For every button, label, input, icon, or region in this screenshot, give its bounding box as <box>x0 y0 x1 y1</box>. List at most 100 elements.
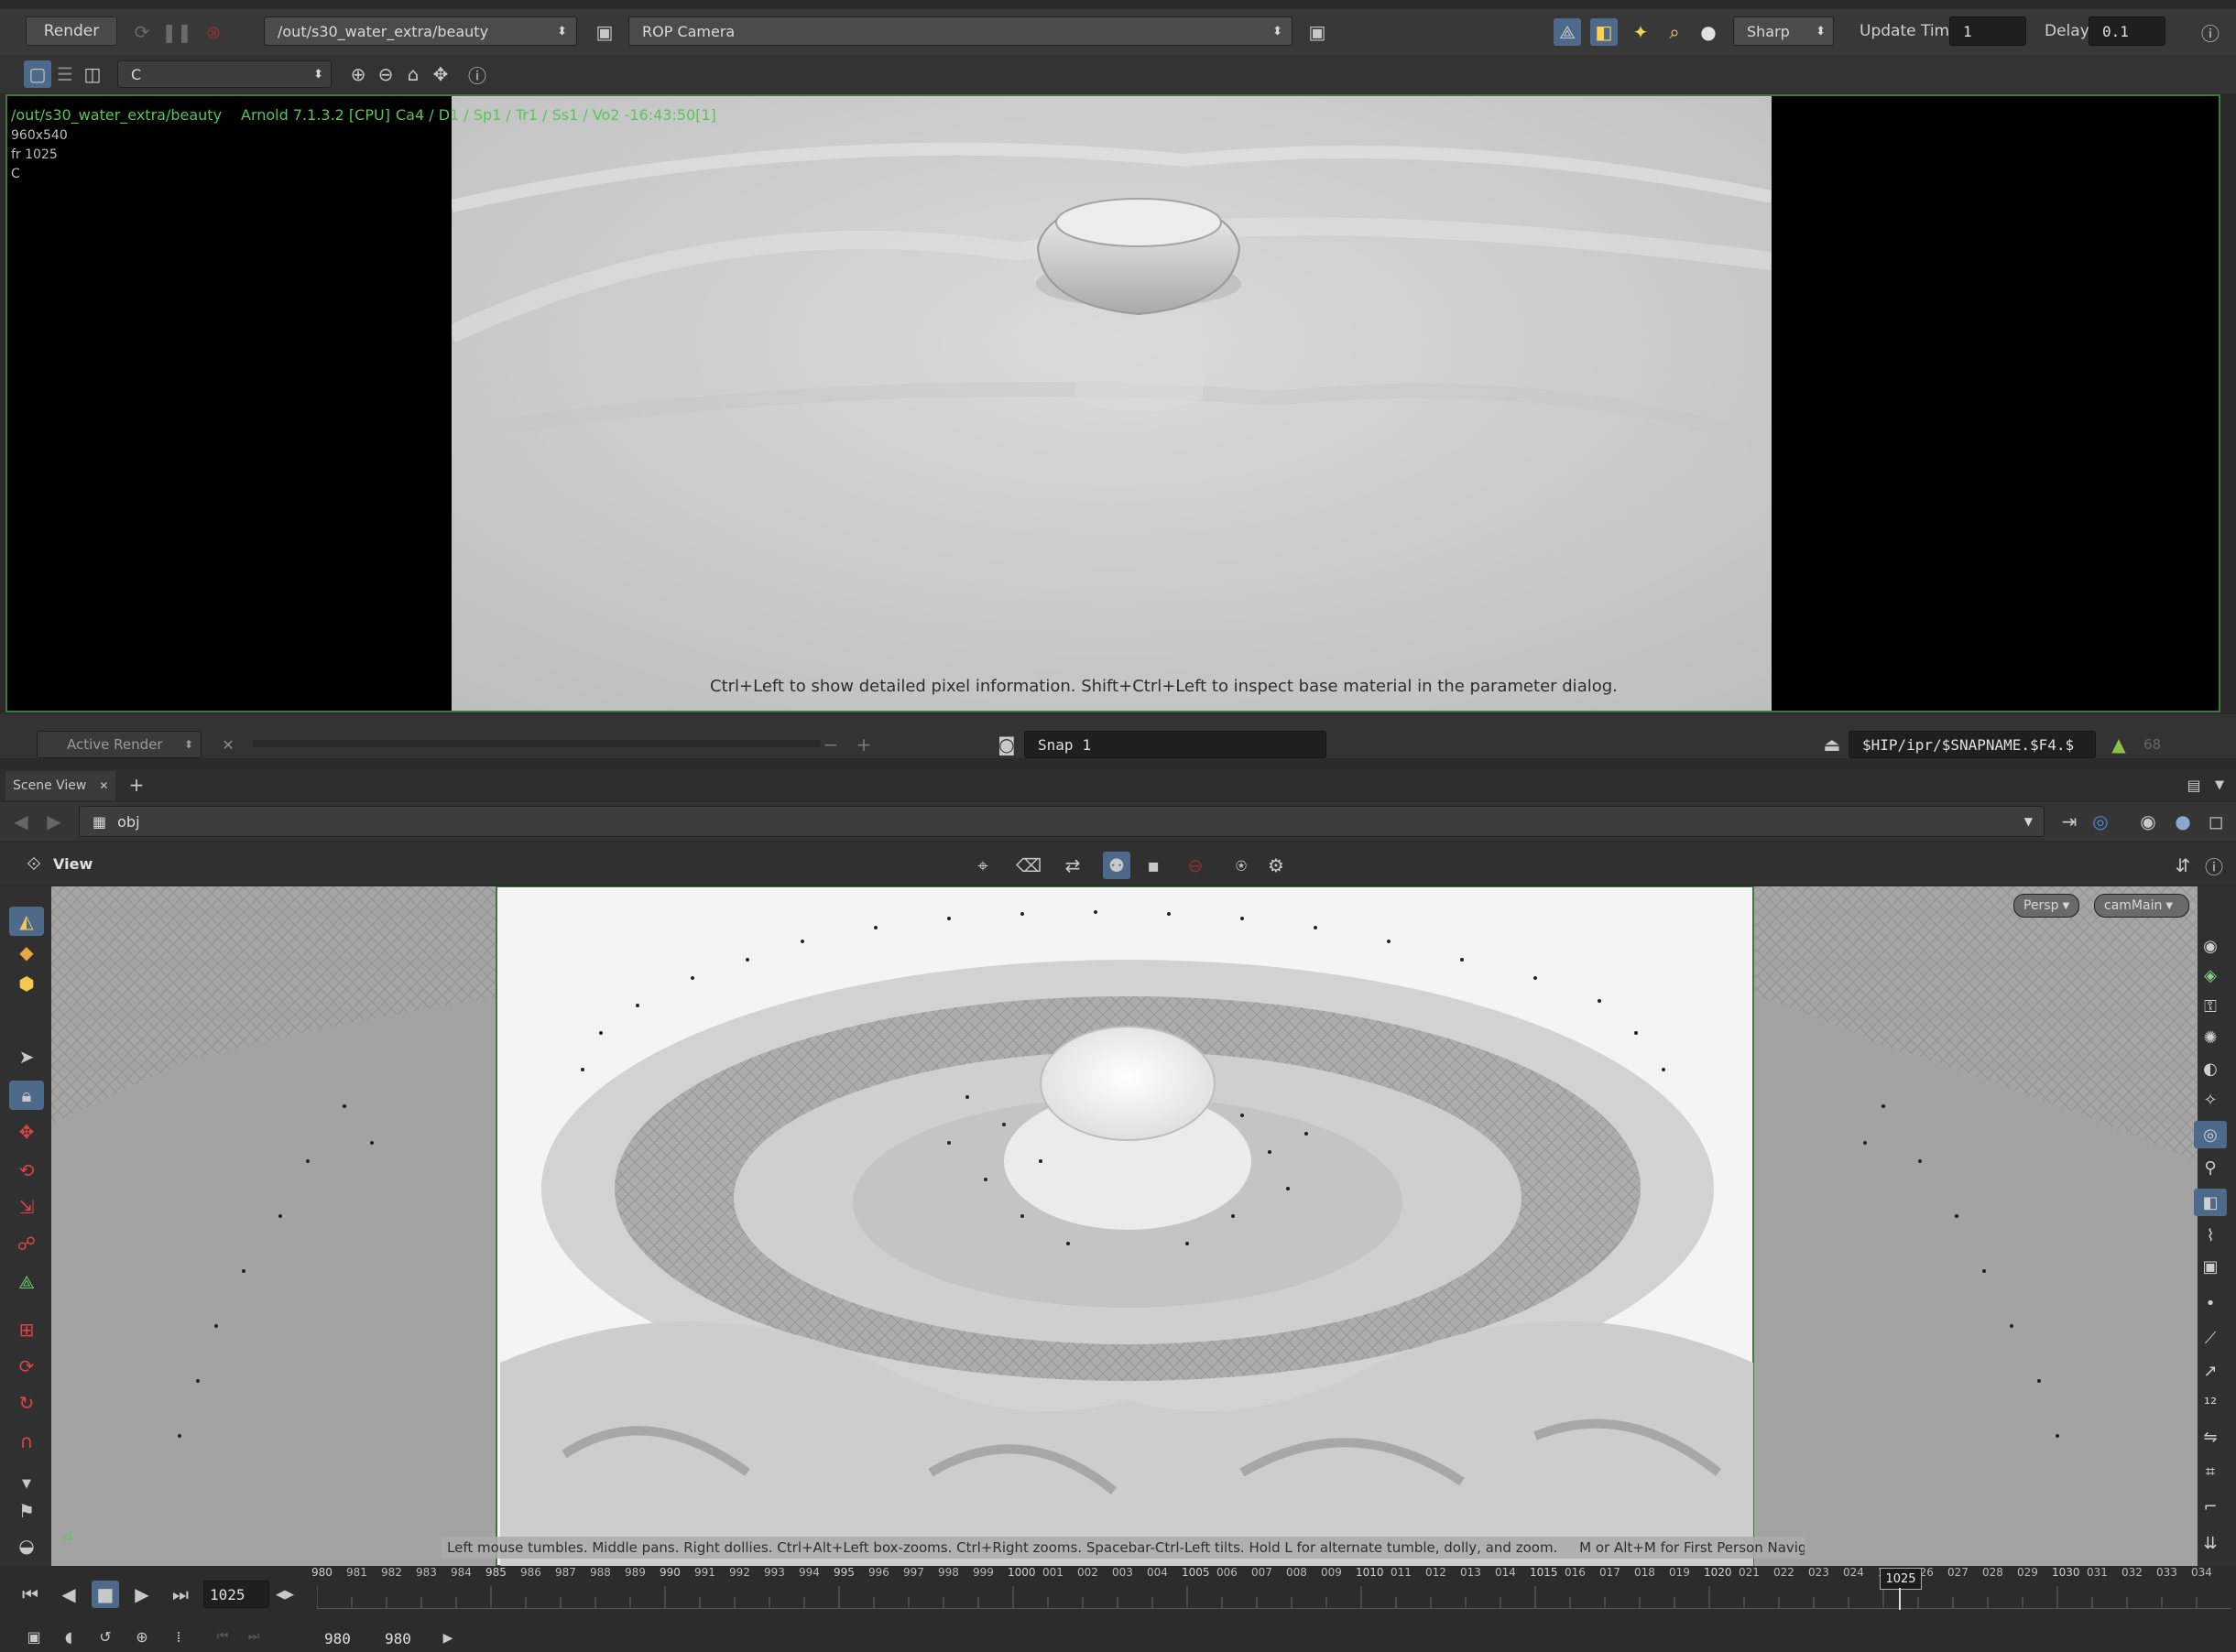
display-eye-icon[interactable]: ◉ <box>2194 932 2227 960</box>
loop-tool-icon[interactable]: ↻ <box>9 1388 44 1418</box>
split-view-icon[interactable]: ☰ <box>51 60 79 88</box>
light-bulb-icon[interactable]: ✦ <box>1627 18 1654 46</box>
corner-icon[interactable]: ⌐ <box>2194 1493 2227 1520</box>
pane-layout-icon[interactable]: ▤ <box>2180 771 2208 799</box>
pin-tool-icon[interactable]: ⚲ <box>2194 1154 2227 1181</box>
fit-icon[interactable]: ✥ <box>427 60 454 88</box>
snap-prim-icon[interactable]: ⌫ <box>1015 852 1042 879</box>
jump-start-icon[interactable]: ⏮ <box>16 1581 44 1608</box>
scale-tool-icon[interactable]: ⇲ <box>9 1192 44 1222</box>
ghost-icon[interactable]: ◈ <box>2194 962 2227 989</box>
sphere-shading-icon[interactable]: ◐ <box>2194 1055 2227 1082</box>
preview-icon[interactable]: ⟁ <box>1554 18 1581 46</box>
plus-icon[interactable]: + <box>850 731 878 758</box>
magnet-icon[interactable]: ∩ <box>9 1427 44 1456</box>
magnify-icon[interactable]: ⌕ <box>1661 18 1688 46</box>
handle-tool-icon[interactable]: ◭ <box>9 907 44 936</box>
lightbulb-icon[interactable]: ✧ <box>2194 1086 2227 1114</box>
jump-to-camera-icon[interactable]: ▣ <box>1303 18 1331 46</box>
lasso-tool-icon[interactable]: ⟳ <box>9 1352 44 1381</box>
pin-icon[interactable]: ⇥ <box>2056 808 2083 835</box>
point-icon[interactable]: • <box>2194 1289 2227 1317</box>
camera-select[interactable]: ROP Camera ⬍ <box>628 16 1293 46</box>
rotate-tool-icon[interactable]: ⟲ <box>9 1156 44 1185</box>
tab-scene-view[interactable]: Scene View ✕ <box>5 771 115 800</box>
scroll-down-icon[interactable]: ⇊ <box>2194 1529 2227 1557</box>
stop-icon[interactable]: ⊗ <box>200 18 227 46</box>
stop-playback-icon[interactable]: ■ <box>92 1581 119 1608</box>
bounding-box-icon[interactable]: ▣ <box>2194 1253 2227 1280</box>
minus-icon[interactable]: − <box>817 731 845 758</box>
record-icon[interactable]: ⊖ <box>1182 852 1209 879</box>
view-mode-icon[interactable]: ▢ <box>24 60 51 88</box>
settings-icon[interactable]: ⚙ <box>1262 852 1290 879</box>
flip-icon[interactable]: ⇋ <box>2194 1423 2227 1451</box>
add-tab-icon[interactable]: + <box>123 771 150 799</box>
keys-icon[interactable]: ⁞ <box>165 1623 192 1650</box>
jump-end-icon[interactable]: ⏭ <box>167 1581 194 1608</box>
maximize-icon[interactable]: ◻ <box>2202 808 2230 835</box>
help-icon[interactable]: ⓘ <box>2200 852 2228 879</box>
camera-tools-icon[interactable]: ⍟ <box>1227 852 1255 879</box>
back-icon[interactable]: ◀ <box>7 808 35 835</box>
tag-tool-icon[interactable]: ⚑ <box>9 1496 44 1526</box>
tab-close-icon[interactable]: ✕ <box>99 779 108 792</box>
render-button[interactable]: Render <box>26 16 117 46</box>
display-toggle-icon[interactable]: ⇵ <box>2169 852 2197 879</box>
zoom-in-icon[interactable]: ⊕ <box>344 60 372 88</box>
display-options-icon[interactable]: ◉ <box>2134 808 2162 835</box>
channel-select[interactable]: C ⬍ <box>117 60 332 88</box>
secure-selection-icon[interactable]: ▪ <box>1140 852 1167 879</box>
link-icon[interactable]: ◎ <box>2087 808 2114 835</box>
update-time-input[interactable]: 1 <box>1949 16 2026 46</box>
pose-tool-icon[interactable]: ◆ <box>9 938 44 967</box>
play-icon[interactable]: ▶ <box>128 1581 156 1608</box>
paint-tool-icon[interactable]: ⬢ <box>9 969 44 998</box>
info-icon[interactable]: ⓘ <box>464 60 491 88</box>
camera-snapshot-icon[interactable]: ◙ <box>993 731 1020 758</box>
jump-to-node-icon[interactable]: ▣ <box>591 18 618 46</box>
axis-tool-icon[interactable]: ⟁ <box>9 1267 44 1297</box>
step-back-icon[interactable]: ◀ <box>55 1581 82 1608</box>
expand-toolbar-icon[interactable]: ▼ <box>9 1469 44 1498</box>
loop-icon[interactable]: ↺ <box>92 1623 119 1650</box>
scene-path-input[interactable]: ▦ obj ▼ <box>79 806 2045 837</box>
current-frame-input[interactable]: 1025 <box>203 1581 269 1608</box>
range-slider-handle-icon[interactable]: ▶ <box>434 1625 462 1652</box>
lock-camera-icon[interactable]: ⚿ <box>2194 993 2227 1020</box>
forward-icon[interactable]: ▶ <box>40 808 68 835</box>
snap-field[interactable]: Snap 1 <box>1024 731 1326 758</box>
next-key-icon[interactable]: ⏭ <box>240 1623 267 1650</box>
normal-icon[interactable]: ↗ <box>2194 1357 2227 1385</box>
lock-tool-icon[interactable]: 🔒︎ <box>9 1081 44 1110</box>
range-start-input[interactable]: 980 <box>317 1626 376 1650</box>
step-frame-icon[interactable]: ◀▶ <box>271 1581 299 1608</box>
snap-multi-icon[interactable]: ⇄ <box>1059 852 1086 879</box>
home-icon[interactable]: ⌂ <box>399 60 427 88</box>
prev-key-icon[interactable]: ⏮ <box>209 1623 236 1650</box>
active-render-select[interactable]: Active Render ⬍ <box>37 731 202 758</box>
snapshot-status-icon[interactable]: ▲ <box>2105 731 2132 758</box>
camera-view-select[interactable]: camMain ▼ <box>2094 894 2189 918</box>
transform-tool-icon[interactable]: ✥ <box>9 1117 44 1147</box>
color-correction-icon[interactable]: ◧ <box>1590 18 1618 46</box>
realtime-icon[interactable]: ▣ <box>20 1623 48 1650</box>
grab-tool-icon[interactable]: ⊞ <box>9 1315 44 1344</box>
audio-icon[interactable]: ◖ <box>55 1623 82 1650</box>
numbers-icon[interactable]: ¹² <box>2194 1390 2227 1418</box>
quality-select[interactable]: Sharp ⬍ <box>1733 16 1834 46</box>
selection-mode-icon[interactable]: ⚉ <box>1103 852 1130 879</box>
refresh-icon[interactable]: ⟳ <box>128 18 156 46</box>
sphere-icon[interactable]: ● <box>1695 18 1722 46</box>
wire-icon[interactable]: ⌇ <box>2194 1222 2227 1249</box>
scene-viewport[interactable] <box>51 886 2198 1566</box>
save-snapshot-icon[interactable]: ⏏ <box>1818 731 1846 758</box>
template-icon[interactable]: ⌗ <box>2194 1458 2227 1485</box>
zoom-out-icon[interactable]: ⊖ <box>372 60 399 88</box>
pane-menu-icon[interactable]: ▼ <box>2206 771 2233 799</box>
global-anim-icon[interactable]: ⊕ <box>128 1623 156 1650</box>
rop-path-select[interactable]: /out/s30_water_extra/beauty ⬍ <box>264 16 577 46</box>
snapshot-slider[interactable] <box>253 740 821 747</box>
lighting-icon[interactable]: ● <box>2169 808 2197 835</box>
pause-icon[interactable]: ❚❚ <box>161 18 192 46</box>
